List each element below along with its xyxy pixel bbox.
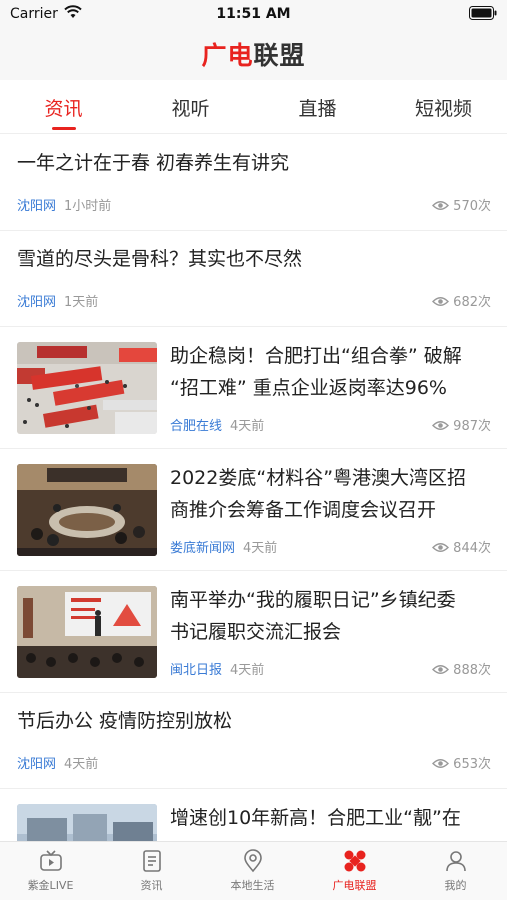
article-title-line-2: 书记履职交流汇报会 — [170, 621, 342, 643]
article-source[interactable]: 沈阳网 — [17, 757, 56, 772]
view-count: 844次 — [432, 537, 491, 556]
eye-icon — [432, 201, 450, 210]
article-title-line-1: 2022娄底“材料谷”粤港澳大湾区招 — [170, 467, 467, 489]
tab-live[interactable]: 直播 — [254, 94, 381, 121]
article-source[interactable]: 合肥在线 — [170, 419, 222, 434]
article-source[interactable]: 沈阳网 — [17, 295, 56, 310]
tab-news[interactable]: 资讯 — [0, 94, 127, 121]
article-title-line-1: 助企稳岗！合肥打出“组合拳” 破解 — [170, 345, 462, 367]
article-time: 4天前 — [64, 757, 99, 772]
article-source[interactable]: 沈阳网 — [17, 199, 56, 214]
job-fair-thumbnail — [17, 342, 157, 434]
tabbar-label: 我的 — [444, 879, 467, 892]
article-title: 一年之计在于春 初春养生有讲究 — [17, 152, 290, 174]
article-title: 雪道的尽头是骨科？其实也不尽然 — [17, 248, 303, 270]
view-count: 570次 — [432, 195, 491, 214]
eye-icon — [432, 421, 450, 430]
news-feed[interactable]: 一年之计在于春 初春养生有讲究 沈阳网 1小时前 570次 雪道的尽头是骨科？其实… — [0, 135, 507, 841]
article-time: 1天前 — [64, 295, 99, 310]
eye-icon — [432, 297, 450, 306]
tabbar-item-guangdian-alliance[interactable]: 广电联盟 — [304, 848, 405, 893]
list-item[interactable]: 雪道的尽头是骨科？其实也不尽然 沈阳网 1天前 682次 — [0, 231, 507, 327]
eye-icon — [432, 665, 450, 674]
article-meta: 合肥在线 4天前 — [170, 415, 264, 434]
list-item[interactable]: 节后办公 疫情防控别放松 沈阳网 4天前 653次 — [0, 693, 507, 789]
article-time: 4天前 — [243, 541, 278, 556]
tab-short-video[interactable]: 短视频 — [380, 94, 507, 121]
list-item[interactable]: 2022娄底“材料谷”粤港澳大湾区招 商推介会筹备工作调度会议召开 娄底新闻网 4… — [0, 449, 507, 571]
article-meta: 娄底新闻网 4天前 — [170, 537, 277, 556]
alliance-icon — [344, 850, 365, 872]
tab-audiovisual[interactable]: 视听 — [127, 94, 254, 121]
user-icon — [445, 851, 466, 872]
article-title: 节后办公 疫情防控别放松 — [17, 710, 233, 732]
article-meta: 沈阳网 1小时前 — [17, 195, 111, 214]
article-title-line-2: 商推介会筹备工作调度会议召开 — [170, 499, 437, 521]
status-bar: Carrier 11:51 AM — [0, 0, 507, 30]
article-title-line-1: 增速创10年新高！合肥工业“靓”在 — [170, 807, 461, 829]
view-count: 987次 — [432, 415, 491, 434]
eye-icon — [432, 543, 450, 552]
location-icon — [243, 849, 262, 873]
view-count: 653次 — [432, 753, 491, 772]
tabbar-label: 紫金LIVE — [27, 879, 74, 892]
factory-thumbnail — [17, 804, 157, 841]
view-count: 682次 — [432, 291, 491, 310]
document-icon — [142, 850, 161, 872]
active-tab-indicator — [52, 127, 76, 130]
tabbar-item-mine[interactable]: 我的 — [405, 848, 506, 893]
article-meta: 沈阳网 4天前 — [17, 753, 98, 772]
guangdian-alliance-logo: 广电联盟 — [201, 41, 306, 70]
category-tabs: 资讯 视听 直播 短视频 — [0, 80, 507, 134]
tabbar-item-zijin-live[interactable]: 紫金LIVE — [0, 848, 101, 893]
tabbar-item-news[interactable]: 资讯 — [101, 848, 202, 893]
list-item[interactable]: 一年之计在于春 初春养生有讲究 沈阳网 1小时前 570次 — [0, 135, 507, 231]
presentation-thumbnail — [17, 586, 157, 678]
article-time: 4天前 — [230, 663, 265, 678]
tabbar-label: 资讯 — [140, 879, 163, 892]
battery-icon — [469, 6, 497, 20]
eye-icon — [432, 759, 450, 768]
article-title-line-2: “招工难” 重点企业返岗率达96% — [170, 377, 447, 399]
tabbar-label: 广电联盟 — [332, 879, 377, 892]
list-item[interactable]: 增速创10年新高！合肥工业“靓”在 — [0, 789, 507, 841]
view-count: 888次 — [432, 659, 491, 678]
bottom-tab-bar: 紫金LIVE 资讯 本地生活 广电联盟 我的 — [0, 841, 507, 900]
tabbar-label: 本地生活 — [230, 879, 275, 892]
app-header: 广电联盟 — [0, 30, 507, 80]
tv-icon — [39, 850, 62, 871]
tabbar-item-local-life[interactable]: 本地生活 — [202, 848, 303, 893]
list-item[interactable]: 助企稳岗！合肥打出“组合拳” 破解 “招工难” 重点企业返岗率达96% 合肥在线… — [0, 327, 507, 449]
article-meta: 闽北日报 4天前 — [170, 659, 264, 678]
article-time: 1小时前 — [64, 199, 112, 214]
article-source[interactable]: 闽北日报 — [170, 663, 222, 678]
article-time: 4天前 — [230, 419, 265, 434]
article-source[interactable]: 娄底新闻网 — [170, 541, 235, 556]
clock: 11:51 AM — [216, 6, 291, 22]
article-meta: 沈阳网 1天前 — [17, 291, 98, 310]
article-title-line-1: 南平举办“我的履职日记”乡镇纪委 — [170, 589, 456, 611]
conference-thumbnail — [17, 464, 157, 556]
list-item[interactable]: 南平举办“我的履职日记”乡镇纪委 书记履职交流汇报会 闽北日报 4天前 888次 — [0, 571, 507, 693]
